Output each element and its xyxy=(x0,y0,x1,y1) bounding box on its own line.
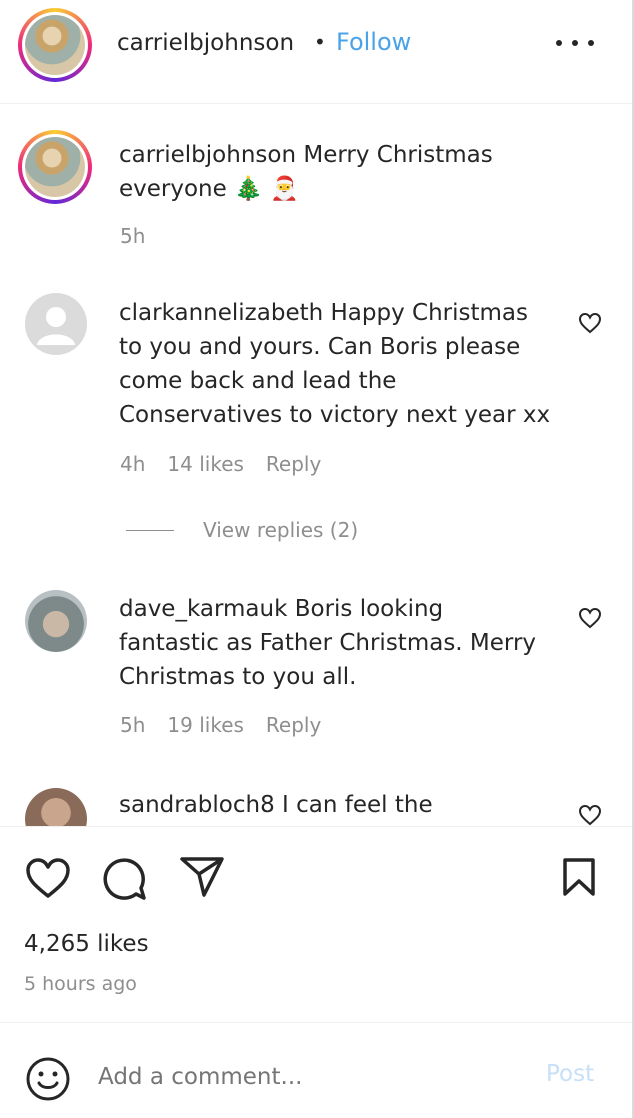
comment-like-heart-icon[interactable] xyxy=(578,607,602,629)
comment-icon[interactable] xyxy=(100,855,148,903)
post-button[interactable]: Post xyxy=(546,1061,594,1087)
comment-input[interactable] xyxy=(98,1057,518,1097)
post-header: carrielbjohnson • Follow xyxy=(0,0,632,104)
comment-like-heart-icon[interactable] xyxy=(578,804,602,826)
author-avatar[interactable] xyxy=(18,8,92,82)
add-comment-bar: Post xyxy=(0,1022,632,1118)
comment-username[interactable]: sandrabloch8 xyxy=(119,792,275,818)
post-actions: 4,265 likes 5 hours ago xyxy=(0,826,632,1022)
comment-likes[interactable]: 14 likes xyxy=(167,452,244,476)
caption-text: carrielbjohnson Merry Christmas everyone… xyxy=(119,142,493,202)
comment-partial: sandrabloch8 I can feel the xyxy=(0,780,632,826)
comment-meta: 5h 19 likes Reply xyxy=(120,713,322,737)
comment-username[interactable]: dave_karmauk xyxy=(119,596,287,622)
commenter-avatar[interactable] xyxy=(25,590,87,652)
view-replies-button[interactable]: View replies (2) xyxy=(203,518,358,542)
more-icon[interactable] xyxy=(556,40,594,50)
emoji-icon[interactable] xyxy=(25,1056,71,1102)
reply-button[interactable]: Reply xyxy=(266,713,321,737)
post-time: 5 hours ago xyxy=(24,973,137,995)
comment-like-heart-icon[interactable] xyxy=(578,312,602,334)
comment-username[interactable]: clarkannelizabeth xyxy=(119,300,323,326)
share-icon[interactable] xyxy=(178,855,226,899)
comment-body: sandrabloch8 I can feel the xyxy=(119,792,433,818)
caption-time: 5h xyxy=(120,224,146,248)
header-separator: • xyxy=(314,30,326,54)
comment-meta: 4h 14 likes Reply xyxy=(120,452,322,476)
caption-avatar[interactable] xyxy=(18,130,92,204)
comment-body: clarkannelizabeth Happy Christmas to you… xyxy=(119,300,551,428)
commenter-avatar[interactable] xyxy=(25,788,87,826)
caption-username[interactable]: carrielbjohnson xyxy=(119,142,296,168)
view-replies-line xyxy=(126,530,174,531)
commenter-avatar-default[interactable] xyxy=(25,293,87,355)
likes-count[interactable]: 4,265 likes xyxy=(24,931,149,957)
heart-icon[interactable] xyxy=(24,856,72,900)
reply-button[interactable]: Reply xyxy=(266,452,321,476)
bookmark-icon[interactable] xyxy=(560,856,598,898)
follow-button[interactable]: Follow xyxy=(336,28,411,56)
comment-likes[interactable]: 19 likes xyxy=(167,713,244,737)
author-username[interactable]: carrielbjohnson xyxy=(117,30,294,56)
comment-body: dave_karmauk Boris looking fantastic as … xyxy=(119,596,537,690)
